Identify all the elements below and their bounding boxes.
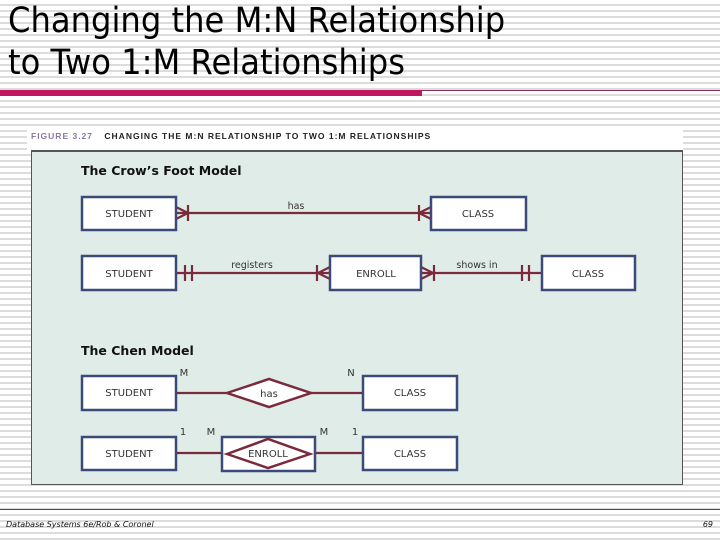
cardinality-m-right: M (320, 427, 329, 438)
relationship-label-shows-in: shows in (456, 260, 497, 271)
crows-foot-row-2: STUDENT ENROLL CLASS registers shows in (80, 254, 637, 292)
chen-section-title: The Chen Model (81, 343, 194, 358)
page-number: 69 (702, 520, 713, 529)
entity-class-label: CLASS (394, 388, 426, 399)
associative-entity-label: ENROLL (248, 449, 288, 460)
footer-source: Database Systems 6e/Rob & Coronel (6, 520, 154, 529)
cardinality-m-left: M (207, 427, 216, 438)
chen-row-1: has STUDENT CLASS M N (80, 368, 459, 412)
cardinality-n: N (347, 368, 354, 379)
chen-row-2: ENROLL STUDENT CLASS 1 M M 1 (80, 427, 459, 473)
relationship-label-has: has (288, 201, 305, 212)
cardinality-m: M (180, 368, 189, 379)
entity-class-label: CLASS (462, 209, 494, 220)
crows-foot-row-1: STUDENT CLASS has (80, 195, 528, 232)
cardinality-1-left: 1 (180, 427, 186, 438)
entity-student-label: STUDENT (105, 388, 153, 399)
entity-class-label: CLASS (572, 269, 604, 280)
er-diagram: The Crow’s Foot Model STUDENT CLASS has (80, 163, 637, 473)
cardinality-1-right: 1 (352, 427, 358, 438)
relationship-diamond-label: has (260, 389, 278, 400)
entity-class-label: CLASS (394, 449, 426, 460)
entity-student-label: STUDENT (105, 449, 153, 460)
crows-foot-section-title: The Crow’s Foot Model (81, 163, 242, 178)
footer-rule (0, 509, 720, 510)
relationship-label-registers: registers (231, 260, 273, 271)
entity-student-label: STUDENT (105, 209, 153, 220)
entity-student-label: STUDENT (105, 269, 153, 280)
entity-enroll-label: ENROLL (356, 269, 396, 280)
